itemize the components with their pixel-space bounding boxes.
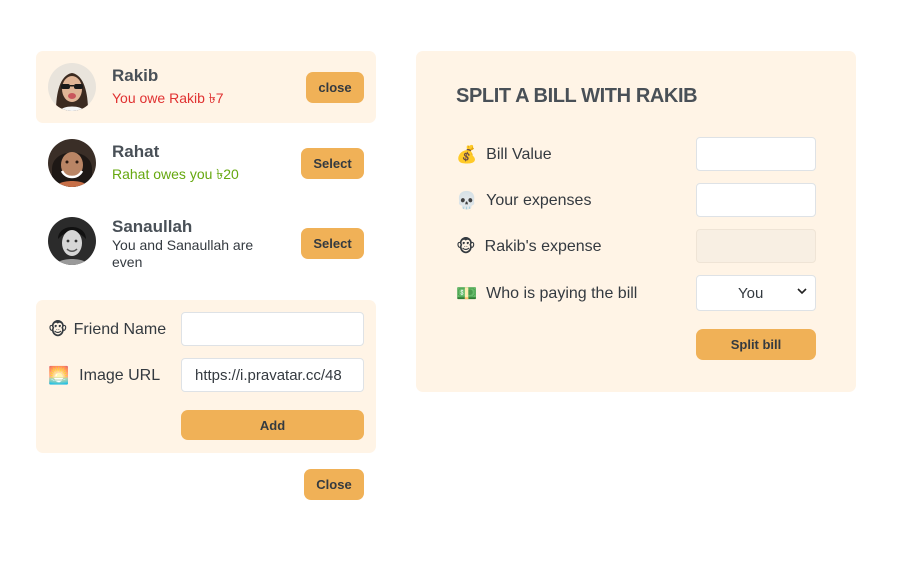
friend-name: Sanaullah	[112, 217, 193, 236]
friend-balance-status: Rahat owes you ৳20	[112, 166, 239, 182]
avatar	[48, 63, 96, 111]
skull-icon: 💀	[456, 191, 478, 210]
add-friend-form: 🐵 Friend Name 🌅 Image URL https://i.prav…	[36, 300, 376, 453]
avatar	[48, 139, 96, 187]
friend-balance-status: You and Sanaullah are even	[112, 237, 254, 270]
split-bill-title: SPLIT A BILL WITH RAKIB	[456, 85, 698, 107]
image-url-label: 🌅 Image URL	[48, 366, 160, 386]
payer-label: 💵 Who is paying the bill	[456, 284, 637, 304]
monkey-icon: 🐵	[48, 320, 68, 339]
bill-value-label: 💰 Bill Value	[456, 145, 552, 165]
money-bag-icon: 💰	[456, 145, 478, 164]
friend-name-label-text: Friend Name	[73, 321, 167, 338]
your-expenses-label: 💀 Your expenses	[456, 191, 591, 211]
friend-item-sanaullah[interactable]: Sanaullah You and Sanaullah are even Sel…	[36, 203, 376, 275]
friends-list: Rakib You owe Rakib ৳7 close Rahat Rahat…	[36, 51, 376, 279]
friend-balance-status: You owe Rakib ৳7	[112, 90, 224, 106]
friend-item-rakib[interactable]: Rakib You owe Rakib ৳7 close	[36, 51, 376, 123]
friend-expense-label: 🐵 Rakib's expense	[456, 237, 602, 257]
avatar-sanaullah-image	[48, 217, 96, 265]
close-friend-button[interactable]: close	[306, 72, 364, 103]
dollar-banknote-icon: 💵	[456, 284, 478, 303]
bill-value-input[interactable]	[696, 137, 816, 171]
payer-selected-value: You	[738, 285, 764, 302]
split-bill-button[interactable]: Split bill	[696, 329, 816, 360]
payer-select[interactable]: You	[696, 275, 816, 311]
close-form-button[interactable]: Close	[304, 469, 364, 500]
friend-name-label: 🐵 Friend Name	[48, 320, 166, 340]
sunrise-icon: 🌅	[48, 366, 70, 385]
monkey-icon: 🐵	[456, 237, 476, 256]
your-expenses-label-text: Your expenses	[486, 192, 592, 209]
image-url-label-text: Image URL	[79, 367, 161, 384]
friend-name: Rahat	[112, 142, 160, 161]
bill-value-label-text: Bill Value	[486, 146, 552, 163]
split-bill-form: SPLIT A BILL WITH RAKIB 💰 Bill Value 💀 Y…	[416, 51, 856, 392]
friend-name-input[interactable]	[181, 312, 364, 346]
avatar-rahat-image	[48, 139, 96, 187]
payer-label-text: Who is paying the bill	[486, 285, 638, 302]
image-url-input[interactable]: https://i.pravatar.cc/48	[181, 358, 364, 392]
add-friend-button[interactable]: Add	[181, 410, 364, 440]
select-friend-button[interactable]: Select	[301, 228, 364, 259]
friend-item-rahat[interactable]: Rahat Rahat owes you ৳20 Select	[36, 127, 376, 199]
eat-n-split-app: Rakib You owe Rakib ৳7 close Rahat Rahat…	[0, 0, 915, 576]
chevron-down-icon	[797, 288, 807, 295]
friend-expense-input	[696, 229, 816, 263]
select-friend-button[interactable]: Select	[301, 148, 364, 179]
friend-name: Rakib	[112, 66, 159, 85]
avatar	[48, 217, 96, 265]
friend-expense-label-text: Rakib's expense	[484, 238, 602, 255]
your-expenses-input[interactable]	[696, 183, 816, 217]
avatar-rakib-image	[48, 63, 96, 111]
